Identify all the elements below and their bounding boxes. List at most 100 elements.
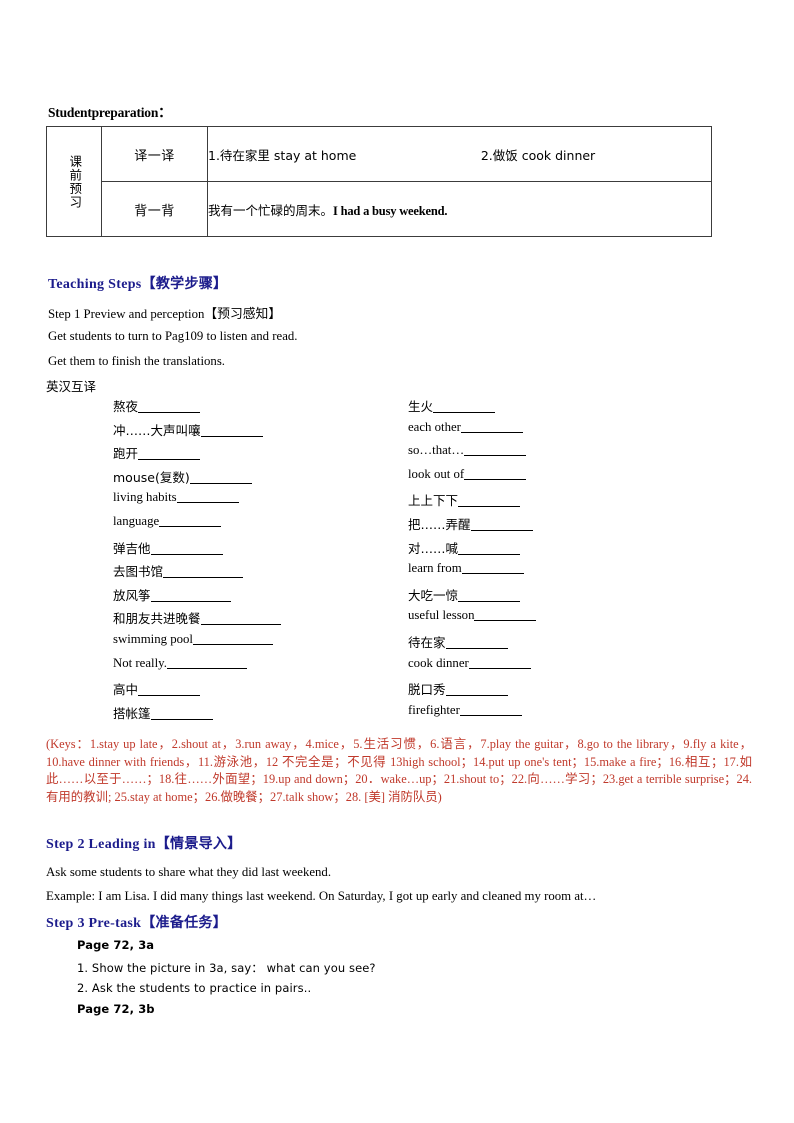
step1-line-2: Get them to finish the translations.: [48, 354, 225, 368]
answer-blank-rule[interactable]: [150, 542, 223, 555]
vocabulary-item: so…that…: [408, 443, 527, 458]
answer-blank-rule[interactable]: [150, 589, 231, 602]
answer-blank-rule[interactable]: [459, 703, 522, 716]
recite-english: I had a busy weekend.: [333, 203, 448, 218]
answer-blank-rule[interactable]: [458, 542, 521, 555]
step3-line-4: Page 72, 3b: [77, 1002, 155, 1016]
vocabulary-item: Not really.: [113, 656, 247, 671]
answer-blank-rule[interactable]: [464, 443, 527, 457]
vocab-right-item-label: 把……弄醒: [408, 517, 471, 532]
answer-keys-paragraph: (Keys：1.stay up late，2.shout at，3.run aw…: [46, 737, 752, 804]
answer-blank-rule[interactable]: [468, 656, 531, 669]
vocab-right-item-label: 上上下下: [408, 493, 459, 509]
table-row-label-cell: 课前预习: [46, 126, 102, 237]
table-row: 背一背 我有一个忙碌的周末。I had a busy weekend.: [47, 181, 712, 237]
answer-blank-rule[interactable]: [176, 490, 239, 504]
table-cell-recite-content: 我有一个忙碌的周末。I had a busy weekend.: [207, 181, 712, 237]
answer-blank-rule[interactable]: [138, 447, 201, 461]
vocabulary-item: 弹吉他: [113, 538, 223, 557]
preparation-table: 课前预习 译一译 1.待在家里 stay at home 2.做饭 cook d…: [46, 126, 712, 237]
vocab-right-item-label: learn from: [408, 561, 462, 576]
document-page: Studentpreparation： 课前预习 译一译 1.待在家里 stay…: [0, 0, 794, 1123]
vocab-right-item-label: 待在家: [408, 635, 446, 650]
vocab-right-item-label: 对……喊: [408, 540, 459, 556]
vocabulary-item: 高中: [113, 679, 201, 698]
vocab-right-item-label: cook dinner: [408, 655, 469, 670]
vocabulary-item: useful lesson: [408, 608, 537, 623]
vocab-right-item-label: 生火: [408, 399, 434, 414]
vocabulary-item: 上上下下: [408, 490, 521, 509]
vocabulary-item: 生火: [408, 396, 496, 415]
answer-blank-rule[interactable]: [458, 494, 521, 508]
answer-blank-rule[interactable]: [159, 514, 222, 527]
teaching-steps-heading: Teaching Steps【教学步骤】: [48, 277, 228, 292]
recite-chinese: 我有一个忙碌的周末。: [208, 202, 334, 218]
vocabulary-item: swimming pool: [113, 632, 273, 647]
vocab-left-item-label: 高中: [113, 682, 139, 698]
answer-blank-rule[interactable]: [464, 467, 527, 480]
vocab-left-item-label: mouse(复数): [113, 469, 190, 485]
vocab-right-item-label: useful lesson: [408, 608, 475, 623]
vocab-left-item-label: 冲……大声叫嚷: [113, 422, 201, 438]
answer-blank-rule[interactable]: [461, 561, 524, 575]
translate-item-1: 1.待在家里 stay at home: [208, 147, 357, 163]
table-cell-kind-translate: 译一译: [101, 126, 208, 182]
table-row: 课前预习 译一译 1.待在家里 stay at home 2.做饭 cook d…: [46, 126, 712, 237]
vocab-right-item-label: firefighter: [408, 702, 460, 717]
vocab-left-item-label: 和朋友共进晚餐: [113, 611, 201, 627]
vocabulary-item: 去图书馆: [113, 561, 244, 580]
answer-blank-rule[interactable]: [460, 420, 523, 433]
vocabulary-item: 冲……大声叫嚷: [113, 420, 263, 439]
vocab-right-item-label: so…that…: [408, 443, 465, 458]
answer-blank-rule[interactable]: [138, 683, 201, 697]
answer-blank-rule[interactable]: [445, 636, 508, 649]
answer-blank-rule[interactable]: [150, 707, 213, 720]
step3-line-1: Page 72, 3a: [77, 938, 155, 952]
vocab-right-item-label: look out of: [408, 466, 465, 481]
answer-blank-rule[interactable]: [458, 589, 521, 602]
vocab-left-item-label: living habits: [113, 490, 177, 505]
vocab-left-item-label: language: [113, 514, 160, 528]
vocabulary-item: mouse(复数): [113, 467, 252, 486]
step2-heading: Step 2 Leading in【情景导入】: [46, 837, 242, 852]
step1-heading: Step 1 Preview and perception【预习感知】: [48, 307, 282, 321]
vocab-left-item-label: 搭帐篷: [113, 705, 151, 721]
step3-heading: Step 3 Pre-task【准备任务】: [46, 916, 228, 931]
vocabulary-item: 大吃一惊: [408, 585, 521, 604]
vocabulary-item: language: [113, 514, 222, 529]
answer-blank-rule[interactable]: [445, 683, 508, 697]
table-cell-kind-recite: 背一背: [101, 181, 208, 237]
step2-line-1: Ask some students to share what they did…: [46, 865, 332, 879]
answer-blank-rule[interactable]: [470, 518, 533, 531]
vocab-left-item-label: 去图书馆: [113, 564, 164, 580]
step3-line-2: 1. Show the picture in 3a, say： what can…: [77, 961, 376, 975]
answer-blank-rule[interactable]: [163, 565, 244, 579]
vocabulary-item: 脱口秀: [408, 679, 508, 698]
answer-blank-rule[interactable]: [200, 424, 263, 437]
vocab-right-item-label: 脱口秀: [408, 682, 446, 698]
vocabulary-item: 搭帐篷: [113, 703, 213, 722]
vocabulary-item: 和朋友共进晚餐: [113, 608, 281, 627]
answer-blank-rule[interactable]: [474, 608, 537, 622]
vocab-left-item-label: 跑开: [113, 446, 139, 462]
step2-line-2: Example: I am Lisa. I did many things la…: [46, 889, 597, 903]
answer-blank-rule[interactable]: [193, 632, 273, 645]
translate-item-2: 2.做饭 cook dinner: [480, 147, 596, 163]
vocabulary-item: 待在家: [408, 632, 508, 651]
step3-line-3: 2. Ask the students to practice in pairs…: [77, 981, 312, 995]
vocabulary-item: 把……弄醒: [408, 514, 533, 533]
table-cell-translate-content: 1.待在家里 stay at home 2.做饭 cook dinner: [207, 126, 712, 182]
answer-blank-rule[interactable]: [189, 471, 252, 484]
vocabulary-item: cook dinner: [408, 656, 531, 671]
answer-blank-rule[interactable]: [166, 656, 247, 669]
vocab-right-item-label: 大吃一惊: [408, 587, 459, 603]
answer-blank-rule[interactable]: [138, 400, 201, 413]
table-row-label: 课前预习: [67, 154, 83, 209]
answer-blank-rule[interactable]: [433, 400, 496, 413]
vocabulary-item: living habits: [113, 490, 239, 505]
vocabulary-item: 对……喊: [408, 538, 521, 557]
vocabulary-item: firefighter: [408, 703, 522, 718]
vocab-left-item-label: 放风筝: [113, 587, 151, 603]
answer-blank-rule[interactable]: [200, 612, 281, 626]
vocabulary-item: look out of: [408, 466, 527, 482]
